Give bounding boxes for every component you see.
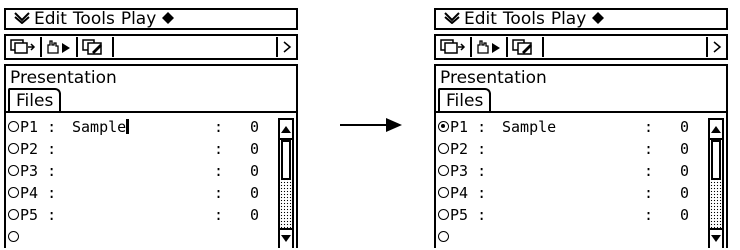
chevron-down-icon[interactable]: [14, 10, 30, 28]
presentation-panel: Presentation Files P1 : Sample : 0 P2 : …: [4, 64, 298, 248]
radio-button[interactable]: [438, 187, 449, 198]
list-item-partial[interactable]: [6, 226, 278, 248]
hand-play-icon[interactable]: [472, 37, 508, 57]
radio-button[interactable]: [438, 143, 449, 154]
list-item[interactable]: P1 : Sample : 0: [436, 116, 708, 138]
scroll-track[interactable]: [280, 178, 292, 228]
menu-tools[interactable]: Tools: [503, 9, 545, 29]
item-count: 0: [680, 140, 690, 158]
list-item[interactable]: P3 : : 0: [6, 160, 278, 182]
list-item[interactable]: P3 : : 0: [436, 160, 708, 182]
list-item[interactable]: P5 : : 0: [6, 204, 278, 226]
left-screen: Edit Tools Play Presentation Files P1 : …: [4, 8, 304, 248]
item-count: 0: [680, 162, 690, 180]
item-count: 0: [680, 206, 690, 224]
tab-divider: [6, 111, 296, 113]
menu-bar: Edit Tools Play: [4, 8, 298, 30]
menu-play[interactable]: Play: [121, 9, 156, 29]
menu-play[interactable]: Play: [551, 9, 586, 29]
item-count: 0: [250, 162, 260, 180]
tab-files[interactable]: Files: [438, 88, 492, 112]
item-count: 0: [250, 206, 260, 224]
menu-edit[interactable]: Edit: [464, 9, 497, 29]
chevron-down-icon[interactable]: [444, 10, 460, 28]
list-item[interactable]: P4 : : 0: [6, 182, 278, 204]
radio-button[interactable]: [438, 165, 449, 176]
list-item[interactable]: P5 : : 0: [436, 204, 708, 226]
radio-button[interactable]: [8, 231, 19, 242]
right-scroll-icon[interactable]: [706, 37, 726, 57]
menu-edit[interactable]: Edit: [34, 9, 67, 29]
item-label: P4 :: [20, 184, 57, 202]
diamond-icon[interactable]: [162, 9, 175, 29]
item-name: Sample: [72, 116, 130, 138]
scroll-thumb[interactable]: [711, 140, 721, 180]
scroll-track[interactable]: [710, 178, 722, 228]
radio-button-selected[interactable]: [438, 121, 449, 132]
radio-button[interactable]: [438, 209, 449, 220]
item-count: 0: [680, 184, 690, 202]
item-label: P1 :: [450, 118, 487, 136]
list-item[interactable]: P2 : : 0: [6, 138, 278, 160]
tab-divider: [436, 111, 726, 113]
scroll-down-icon[interactable]: [280, 228, 292, 248]
radio-button[interactable]: [8, 187, 19, 198]
edit-screen-icon[interactable]: [78, 37, 114, 57]
radio-button[interactable]: [438, 231, 449, 242]
item-label: P5 :: [450, 206, 487, 224]
scrollbar[interactable]: [708, 118, 724, 248]
arrow-right-icon: [340, 118, 402, 132]
tab-files[interactable]: Files: [8, 88, 62, 112]
presentation-panel: Presentation Files P1 : Sample : 0 P2 : …: [434, 64, 728, 248]
scroll-up-icon[interactable]: [710, 120, 722, 140]
text-cursor: [126, 119, 130, 134]
right-scroll-icon[interactable]: [276, 37, 296, 57]
menu-bar: Edit Tools Play: [434, 8, 728, 30]
item-label: P3 :: [450, 162, 487, 180]
right-screen: Edit Tools Play Presentation Files P1 : …: [434, 8, 734, 248]
list-item-partial[interactable]: [436, 226, 708, 248]
list-item[interactable]: P2 : : 0: [436, 138, 708, 160]
radio-button[interactable]: [8, 165, 19, 176]
radio-button[interactable]: [8, 143, 19, 154]
list-item[interactable]: P4 : : 0: [436, 182, 708, 204]
item-label: P4 :: [450, 184, 487, 202]
list-item[interactable]: P1 : Sample : 0: [6, 116, 278, 138]
copy-screens-icon[interactable]: [6, 37, 42, 57]
file-list: P1 : Sample : 0 P2 : : 0 P3 : : 0 P4::…: [436, 116, 708, 248]
item-label: P2 :: [20, 140, 57, 158]
toolbar: [434, 34, 728, 60]
item-label: P2 :: [450, 140, 487, 158]
item-count: 0: [250, 118, 260, 136]
panel-title: Presentation: [10, 68, 117, 88]
radio-button[interactable]: [8, 209, 19, 220]
item-count: 0: [680, 118, 690, 136]
item-count: 0: [250, 140, 260, 158]
copy-screens-icon[interactable]: [436, 37, 472, 57]
diamond-icon[interactable]: [592, 9, 605, 29]
item-count: 0: [250, 184, 260, 202]
panel-title: Presentation: [440, 68, 547, 88]
item-name: Sample: [502, 118, 557, 136]
menu-tools[interactable]: Tools: [73, 9, 115, 29]
item-label: P3 :: [20, 162, 57, 180]
radio-button[interactable]: [8, 121, 19, 132]
scroll-thumb[interactable]: [281, 140, 291, 180]
file-list: P1 : Sample : 0 P2 : : 0 P3 : : 0 P4::…: [6, 116, 278, 248]
scroll-up-icon[interactable]: [280, 120, 292, 140]
hand-play-icon[interactable]: [42, 37, 78, 57]
item-label: P5 :: [20, 206, 57, 224]
item-label: P1 :: [20, 118, 57, 136]
toolbar: [4, 34, 298, 60]
scroll-down-icon[interactable]: [710, 228, 722, 248]
edit-screen-icon[interactable]: [508, 37, 544, 57]
scrollbar[interactable]: [278, 118, 294, 248]
